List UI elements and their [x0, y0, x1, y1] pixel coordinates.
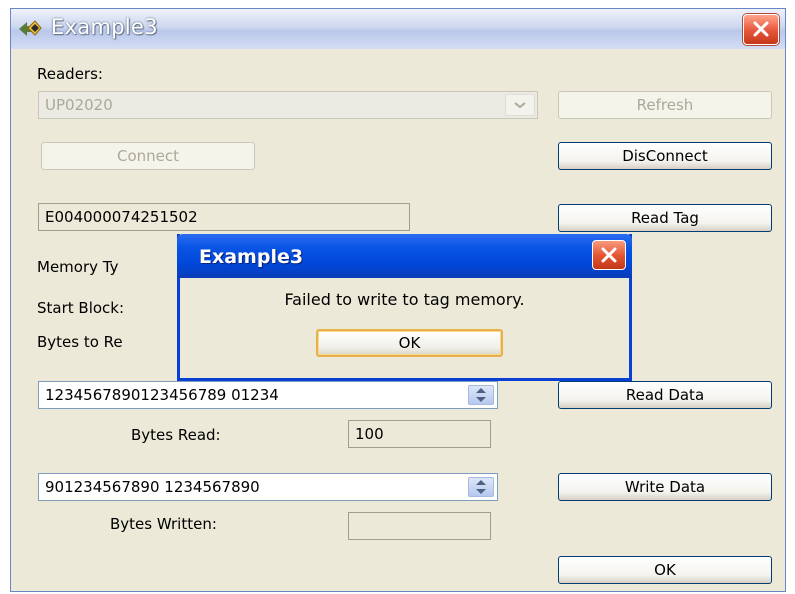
write-data-field[interactable]: 901234567890 1234567890	[38, 473, 498, 501]
message-box-title-bar[interactable]: Example3	[177, 234, 632, 278]
close-icon	[753, 21, 769, 37]
bytes-written-label: Bytes Written:	[110, 515, 217, 533]
bytes-read-field: 100	[348, 420, 491, 448]
close-button[interactable]	[743, 14, 779, 45]
message-box-text: Failed to write to tag memory.	[284, 290, 525, 309]
message-box-title: Example3	[199, 246, 304, 268]
start-block-label: Start Block:	[37, 299, 125, 317]
bytes-read-label: Bytes Read:	[131, 426, 221, 444]
read-data-button[interactable]: Read Data	[558, 381, 772, 409]
read-tag-button[interactable]: Read Tag	[558, 204, 772, 232]
bytes-to-read-label: Bytes to Re	[37, 333, 123, 351]
title-bar[interactable]: Example3	[11, 9, 785, 49]
tag-id-field: E004000074251502	[38, 203, 410, 231]
refresh-button[interactable]: Refresh	[558, 91, 772, 119]
bytes-written-field	[348, 512, 491, 540]
read-data-value: 1234567890123456789 01234	[45, 386, 279, 404]
message-box-ok-button[interactable]: OK	[316, 329, 503, 357]
message-box-close-button[interactable]	[592, 240, 626, 270]
message-box: Example3 Failed to write to tag memory. …	[177, 234, 632, 381]
chevron-down-icon[interactable]	[505, 94, 535, 116]
ok-button[interactable]: OK	[558, 556, 772, 584]
readers-combo[interactable]: UP02020	[38, 91, 538, 119]
disconnect-button[interactable]: DisConnect	[558, 142, 772, 170]
app-icon	[17, 19, 43, 39]
write-data-button[interactable]: Write Data	[558, 473, 772, 501]
window-title: Example3	[51, 15, 158, 39]
write-data-spinner[interactable]	[468, 477, 494, 497]
memory-type-label: Memory Ty	[37, 258, 119, 276]
readers-label: Readers:	[37, 65, 103, 83]
write-data-value: 901234567890 1234567890	[45, 478, 260, 496]
read-data-field[interactable]: 1234567890123456789 01234	[38, 381, 498, 409]
connect-button[interactable]: Connect	[41, 142, 255, 170]
close-icon	[601, 247, 617, 263]
readers-selected: UP02020	[45, 96, 113, 114]
read-data-spinner[interactable]	[468, 385, 494, 405]
